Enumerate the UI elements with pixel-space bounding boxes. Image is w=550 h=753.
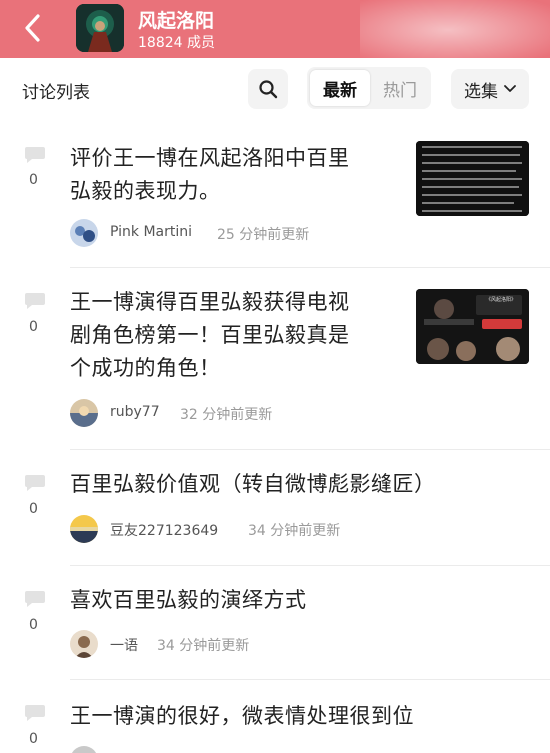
thread-item[interactable]: 0 王一博演的很好，微表情处理很到位: [0, 680, 550, 753]
member-count: 18824 成员: [138, 35, 215, 51]
episode-select-button[interactable]: 选集: [451, 69, 529, 109]
thread-title[interactable]: 评价王一博在风起洛阳中百里 弘毅的表现力。: [70, 142, 350, 208]
thread-title[interactable]: 喜欢百里弘毅的演绎方式: [70, 584, 307, 617]
group-title: 风起洛阳: [138, 10, 215, 32]
sort-segmented-control: 最新 热门: [307, 67, 431, 109]
comment-bubble-icon: [25, 705, 45, 721]
comment-bubble-icon: [25, 591, 45, 607]
episode-select-label: 选集: [464, 81, 498, 102]
comment-bubble-icon: [25, 293, 45, 309]
reply-count: 0: [29, 501, 38, 517]
author-name[interactable]: 豆友227123649: [110, 520, 218, 540]
search-button[interactable]: [248, 69, 288, 109]
group-header: 风起洛阳 18824 成员: [0, 0, 550, 58]
author-name[interactable]: 一语: [110, 635, 138, 655]
thread-title[interactable]: 百里弘毅价值观（转自微博彪影缝匠）: [70, 468, 436, 501]
comment-bubble-icon: [25, 147, 45, 163]
update-time: 34 分钟前更新: [157, 638, 250, 654]
reply-count: 0: [29, 731, 38, 747]
thread-item[interactable]: 0 百里弘毅价值观（转自微博彪影缝匠） 豆友227123649 34 分钟前更新: [0, 450, 550, 566]
author-name[interactable]: ruby77: [110, 404, 160, 420]
author-name[interactable]: Pink Martini: [110, 224, 192, 240]
tab-newest[interactable]: 最新: [310, 70, 370, 106]
back-button[interactable]: [12, 8, 52, 48]
author-avatar[interactable]: [70, 219, 98, 247]
author-avatar[interactable]: [70, 746, 98, 753]
update-time: 34 分钟前更新: [248, 523, 341, 539]
thread-item[interactable]: 0 王一博演得百里弘毅获得电视 剧角色榜第一！百里弘毅真是 个成功的角色！ ru…: [0, 268, 550, 450]
search-icon: [259, 80, 278, 99]
thread-title[interactable]: 王一博演的很好，微表情处理很到位: [70, 700, 414, 733]
update-time: 32 分钟前更新: [180, 407, 273, 423]
author-avatar[interactable]: [70, 515, 98, 543]
thread-thumbnail[interactable]: 《风起洛阳》: [416, 289, 529, 364]
comment-bubble-icon: [25, 475, 45, 491]
svg-text:《风起洛阳》: 《风起洛阳》: [486, 296, 516, 303]
thread-item[interactable]: 0 喜欢百里弘毅的演绎方式 一语 34 分钟前更新: [0, 566, 550, 680]
thread-item[interactable]: 0 评价王一博在风起洛阳中百里 弘毅的表现力。 Pink Martini 25 …: [0, 120, 550, 268]
reply-count: 0: [29, 172, 38, 188]
discussion-list-title: 讨论列表: [22, 83, 90, 103]
discussion-toolbar: 讨论列表 最新 热门 选集: [0, 58, 550, 120]
group-avatar[interactable]: [76, 4, 124, 52]
tab-hot[interactable]: 热门: [371, 70, 429, 106]
reply-count: 0: [29, 319, 38, 335]
chevron-left-icon: [25, 14, 40, 42]
thread-title[interactable]: 王一博演得百里弘毅获得电视 剧角色榜第一！百里弘毅真是 个成功的角色！: [70, 286, 350, 385]
author-avatar[interactable]: [70, 399, 98, 427]
reply-count: 0: [29, 617, 38, 633]
update-time: 25 分钟前更新: [217, 227, 310, 243]
author-avatar[interactable]: [70, 630, 98, 658]
thread-thumbnail[interactable]: [416, 141, 529, 216]
header-decoration: [360, 0, 550, 58]
chevron-down-icon: [504, 85, 516, 92]
